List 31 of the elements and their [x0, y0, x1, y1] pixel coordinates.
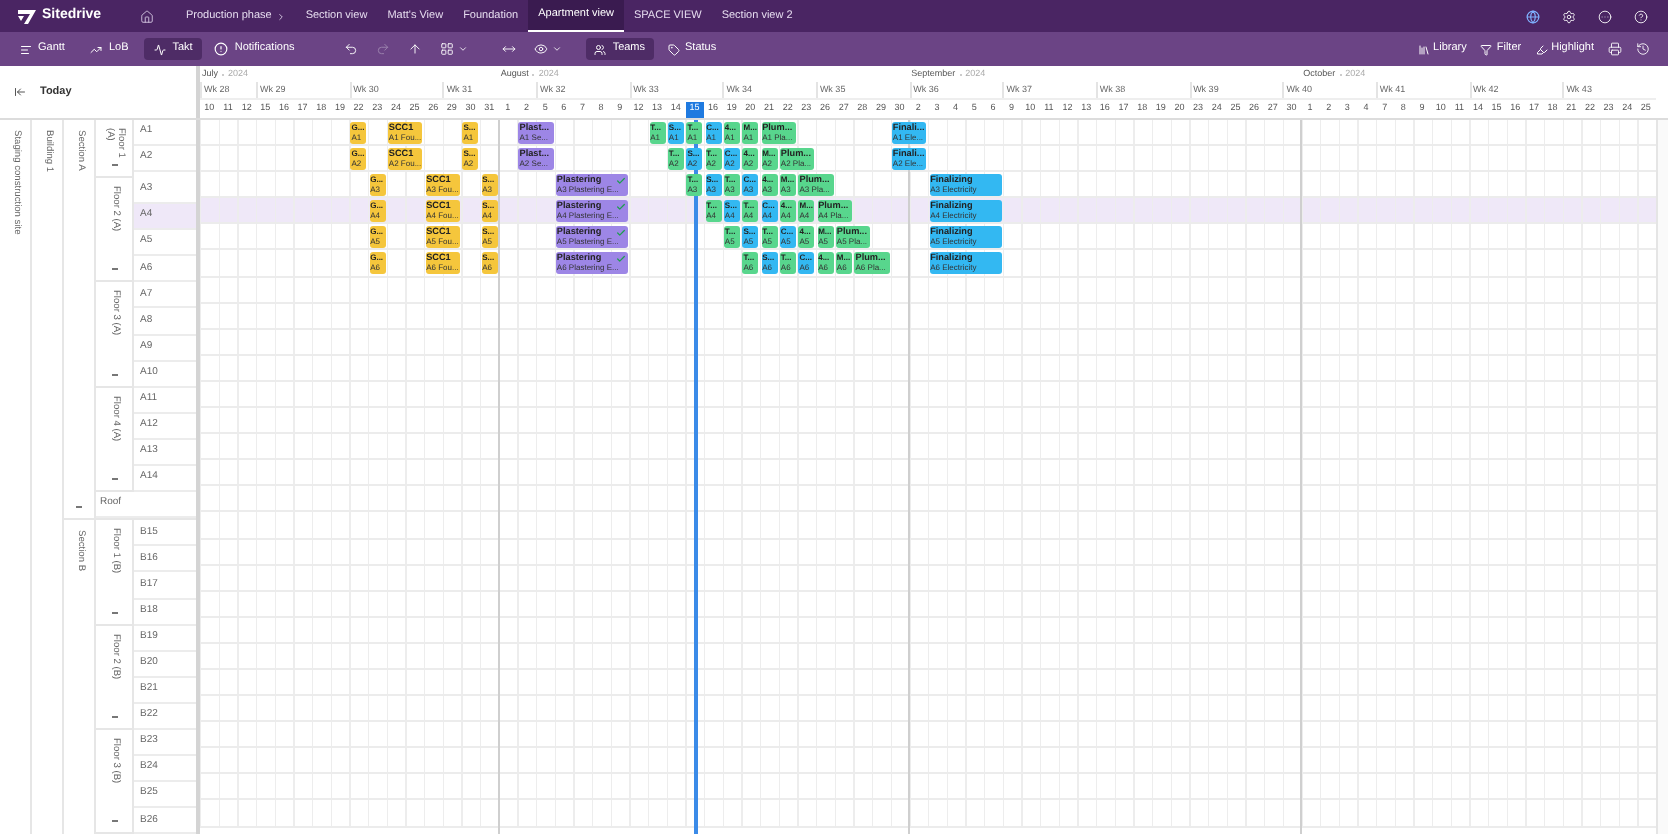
- logo-icon: [18, 9, 36, 23]
- undo-icon: [344, 42, 359, 56]
- arrow-up-icon: [408, 42, 423, 56]
- library-icon: [1417, 43, 1430, 55]
- alert-icon: [214, 42, 229, 56]
- view-mode-icon: [90, 43, 103, 55]
- help-icon[interactable]: [1634, 9, 1648, 23]
- home-icon[interactable]: [139, 9, 153, 23]
- undo-button[interactable]: [344, 42, 359, 56]
- arrow-up-button[interactable]: [408, 42, 423, 56]
- eye-button[interactable]: [534, 42, 563, 56]
- people-icon: [594, 43, 607, 55]
- chevron-icon: [275, 11, 286, 21]
- highlighter-icon: [1535, 43, 1548, 55]
- view-mode-icon: [20, 43, 32, 55]
- collapse-icon[interactable]: [111, 162, 117, 168]
- today-icon: [14, 86, 26, 98]
- more-icon[interactable]: [1598, 9, 1612, 23]
- filter-icon: [1480, 43, 1493, 55]
- view-mode-icon: [154, 43, 167, 55]
- grid-button[interactable]: [440, 42, 469, 56]
- print-icon[interactable]: [1608, 42, 1622, 56]
- caret-icon: [552, 44, 563, 54]
- history-icon[interactable]: [1636, 42, 1650, 56]
- redo-icon: [376, 42, 391, 56]
- caret-icon: [458, 44, 469, 54]
- grid-icon: [440, 42, 455, 56]
- tag-icon: [667, 43, 680, 55]
- eye-icon: [534, 42, 549, 56]
- globe-icon[interactable]: [1526, 9, 1540, 23]
- settings-icon[interactable]: [1562, 9, 1576, 23]
